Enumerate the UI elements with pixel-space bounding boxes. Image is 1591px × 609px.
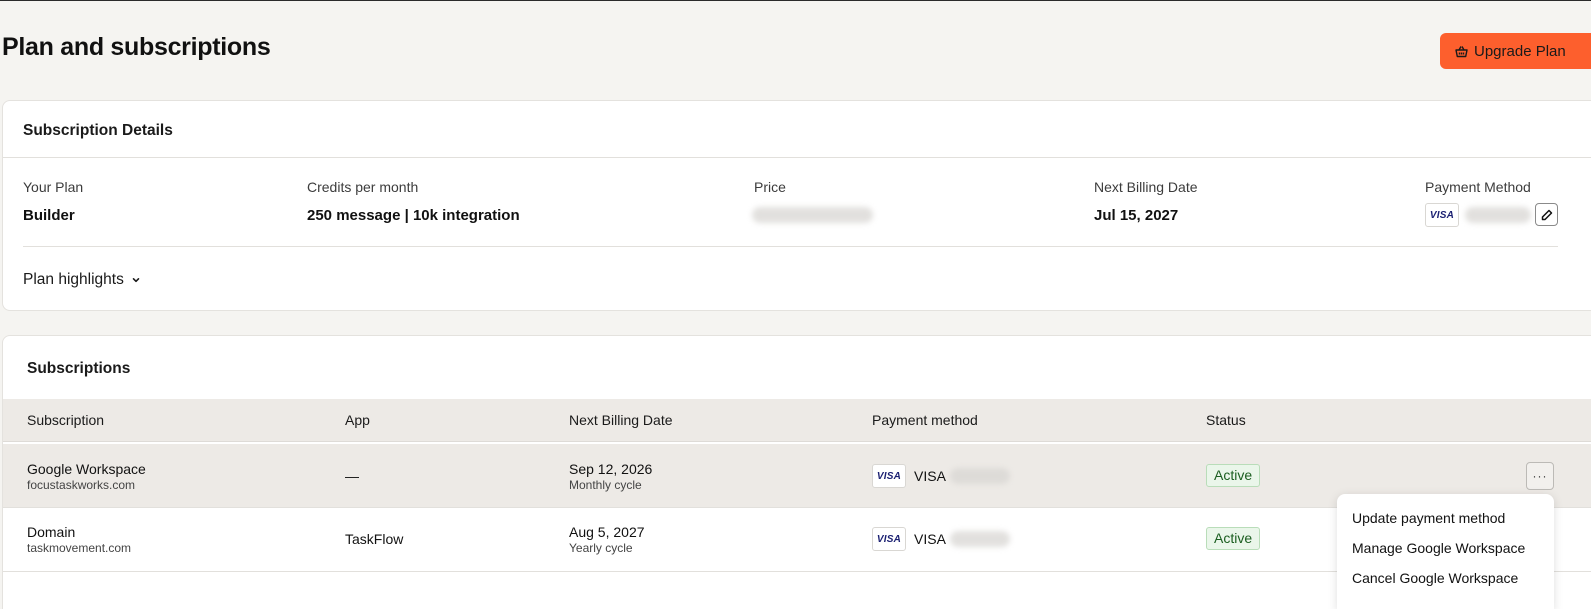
plan-highlights-toggle[interactable]: Plan highlights (23, 271, 141, 289)
app-value: — (345, 468, 359, 484)
credits-value: 250 message | 10k integration (307, 207, 520, 224)
divider (23, 246, 1558, 247)
next-billing-value: Jul 15, 2027 (1094, 207, 1179, 224)
column-next-billing: Next Billing Date (569, 412, 673, 428)
billing-date: Sep 12, 2026 (569, 461, 653, 477)
card-brand-label: VISA (914, 531, 946, 547)
card-brand-label: VISA (914, 468, 946, 484)
subscription-details-card: Subscription Details Your Plan Builder C… (2, 100, 1591, 311)
visa-card-icon: VISA (872, 527, 906, 551)
divider (3, 157, 1591, 158)
card-number-redacted (950, 468, 1010, 484)
more-options-button[interactable]: ··· (1526, 462, 1554, 490)
upgrade-plan-button[interactable]: Upgrade Plan (1440, 33, 1591, 69)
billing-cycle: Monthly cycle (569, 478, 642, 492)
payment-method-label: Payment Method (1425, 179, 1531, 195)
visa-card-icon: VISA (1425, 203, 1459, 227)
plan-value: Builder (23, 207, 75, 224)
subscription-name: Google Workspace (27, 461, 146, 477)
subscriptions-title: Subscriptions (27, 360, 131, 377)
page-title: Plan and subscriptions (2, 33, 271, 61)
plan-label: Your Plan (23, 179, 84, 195)
status-badge: Active (1206, 527, 1261, 550)
ellipsis-icon: ··· (1532, 469, 1548, 483)
edit-payment-button[interactable] (1535, 203, 1558, 226)
billing-cycle: Yearly cycle (569, 541, 633, 555)
credits-label: Credits per month (307, 179, 419, 195)
card-number-redacted (1465, 207, 1531, 223)
price-label: Price (754, 179, 786, 195)
subscription-domain: taskmovement.com (27, 541, 132, 555)
subscription-domain: focustaskworks.com (27, 478, 136, 492)
status-badge: Active (1206, 464, 1261, 487)
chevron-down-icon (131, 275, 141, 285)
app-value: TaskFlow (345, 531, 404, 547)
column-app: App (345, 412, 370, 428)
basket-icon (1455, 45, 1468, 58)
visa-card-icon: VISA (872, 464, 906, 488)
column-payment-method: Payment method (872, 412, 978, 428)
billing-date: Aug 5, 2027 (569, 524, 645, 540)
menu-item-update-payment-method[interactable]: Update payment method (1352, 510, 1505, 526)
upgrade-plan-label: Upgrade Plan (1474, 42, 1566, 60)
column-subscription: Subscription (27, 412, 105, 428)
next-billing-label: Next Billing Date (1094, 179, 1198, 195)
table-header: Subscription App Next Billing Date Payme… (3, 399, 1591, 442)
card-number-redacted (950, 531, 1010, 547)
column-status: Status (1206, 412, 1246, 428)
row-options-menu: Update payment method Manage Google Work… (1337, 494, 1554, 609)
plan-highlights-label: Plan highlights (23, 271, 124, 288)
pencil-icon (1541, 209, 1553, 221)
menu-item-manage-google-workspace[interactable]: Manage Google Workspace (1352, 540, 1525, 556)
menu-item-cancel-google-workspace[interactable]: Cancel Google Workspace (1352, 570, 1518, 586)
price-value-redacted (752, 207, 873, 223)
subscription-details-title: Subscription Details (23, 122, 173, 139)
subscription-name: Domain (27, 524, 76, 540)
